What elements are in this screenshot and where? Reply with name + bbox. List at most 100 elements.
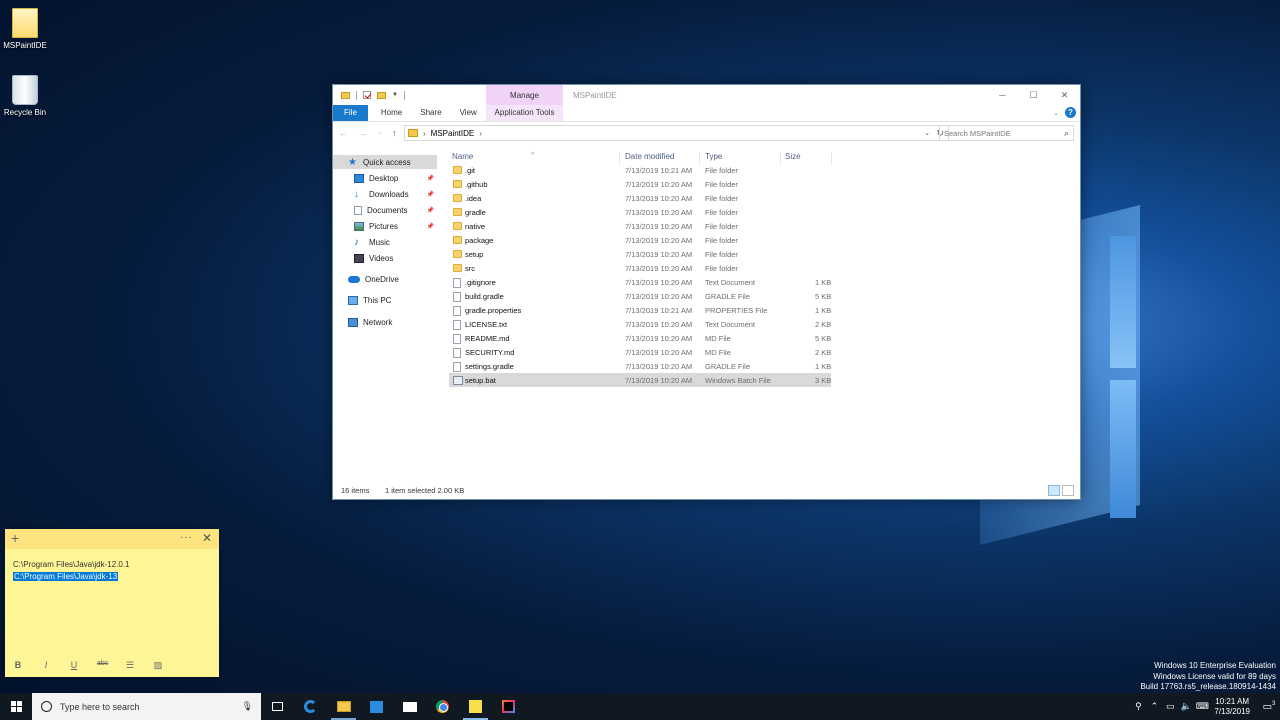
search-input[interactable]: Search MSPaintIDE ⌕ bbox=[939, 125, 1074, 141]
column-header-date[interactable]: Date modified bbox=[625, 152, 674, 161]
table-row[interactable]: .git 7/13/2019 10:21 AM File folder bbox=[449, 163, 831, 177]
breadcrumb[interactable]: MSPaintIDE bbox=[431, 129, 475, 138]
folder-icon[interactable] bbox=[341, 91, 350, 99]
underline-button[interactable]: U bbox=[69, 660, 79, 671]
taskbar-sticky-notes[interactable] bbox=[459, 693, 492, 720]
taskbar-store[interactable] bbox=[360, 693, 393, 720]
up-arrow-icon[interactable]: ↑ bbox=[392, 128, 397, 138]
action-center-icon[interactable]: ▭3 bbox=[1258, 701, 1280, 712]
sidebar-item-quick-access[interactable]: ★ Quick access bbox=[333, 155, 437, 169]
bold-button[interactable]: B bbox=[13, 660, 23, 671]
expand-ribbon-chevron-icon[interactable]: ⌄ bbox=[1053, 109, 1059, 117]
start-button[interactable] bbox=[0, 693, 32, 720]
customize-chevron-icon[interactable]: ▼ bbox=[392, 92, 398, 98]
clock[interactable]: 10:21 AM 7/13/2019 bbox=[1214, 697, 1250, 717]
maximize-button[interactable]: ☐ bbox=[1018, 85, 1049, 105]
table-row[interactable]: settings.gradle 7/13/2019 10:20 AM GRADLE … bbox=[449, 359, 831, 373]
taskbar-file-explorer[interactable] bbox=[327, 693, 360, 720]
taskbar-search-input[interactable]: Type here to search 🎙 bbox=[32, 693, 261, 720]
network-tray-icon[interactable]: ▭ bbox=[1162, 701, 1178, 712]
search-placeholder: Search MSPaintIDE bbox=[944, 128, 1011, 138]
tab-manage[interactable]: Manage bbox=[486, 85, 563, 105]
table-row[interactable]: LICENSE.txt 7/13/2019 10:20 AM Text Docume… bbox=[449, 317, 831, 331]
table-row[interactable]: .gitignore 7/13/2019 10:20 AM Text Documen… bbox=[449, 275, 831, 289]
watermark-line: Windows License valid for 89 days bbox=[1153, 671, 1276, 681]
table-row[interactable]: SECURITY.md 7/13/2019 10:20 AM MD File 2 KB bbox=[449, 345, 831, 359]
strikethrough-button[interactable]: abc bbox=[97, 660, 108, 671]
table-row[interactable]: .github 7/13/2019 10:20 AM File folder bbox=[449, 177, 831, 191]
breadcrumb-separator-icon[interactable]: › bbox=[423, 129, 426, 138]
sidebar-item-this-pc[interactable]: This PC bbox=[348, 293, 437, 307]
sidebar-item-pictures[interactable]: Pictures 📌 bbox=[354, 219, 437, 233]
italic-button[interactable]: I bbox=[41, 660, 51, 671]
table-row[interactable]: README.md 7/13/2019 10:20 AM MD File 5 KB bbox=[449, 331, 831, 345]
desktop-icon bbox=[354, 173, 364, 183]
sidebar-item-onedrive[interactable]: OneDrive bbox=[348, 272, 437, 286]
sidebar-item-music[interactable]: ♪ Music bbox=[354, 235, 437, 249]
address-dropdown-icon[interactable]: ⌄ bbox=[924, 129, 930, 137]
tab-view[interactable]: View bbox=[451, 105, 486, 121]
add-note-icon[interactable]: + bbox=[11, 530, 19, 546]
column-header-type[interactable]: Type bbox=[705, 152, 722, 161]
taskbar-edge[interactable] bbox=[294, 693, 327, 720]
table-row[interactable]: build.gradle 7/13/2019 10:20 AM GRADLE Fil… bbox=[449, 289, 831, 303]
table-row[interactable]: setup 7/13/2019 10:20 AM File folder bbox=[449, 247, 831, 261]
table-row[interactable]: gradle 7/13/2019 10:20 AM File folder bbox=[449, 205, 831, 219]
back-arrow-icon[interactable]: ← bbox=[339, 128, 348, 138]
microphone-icon[interactable]: 🎙 bbox=[242, 701, 253, 712]
recent-locations-chevron-icon[interactable]: ⌄ bbox=[377, 129, 382, 136]
help-icon[interactable]: ? bbox=[1065, 107, 1076, 118]
close-icon[interactable]: ✕ bbox=[202, 531, 212, 545]
tab-home[interactable]: Home bbox=[372, 105, 411, 121]
column-header-size[interactable]: Size bbox=[785, 152, 801, 161]
note-line-selected[interactable]: C:\Program Files\Java\jdk-13 bbox=[13, 572, 119, 581]
table-row[interactable]: package 7/13/2019 10:20 AM File folder bbox=[449, 233, 831, 247]
show-hidden-icons-chevron-icon[interactable]: ⌃ bbox=[1146, 701, 1162, 712]
chrome-icon bbox=[436, 700, 449, 713]
forward-arrow-icon[interactable]: → bbox=[358, 128, 367, 138]
column-header-name[interactable]: Name bbox=[452, 152, 473, 161]
sidebar-item-videos[interactable]: Videos bbox=[354, 251, 437, 265]
input-method-icon[interactable]: ⌨ bbox=[1194, 701, 1210, 712]
taskbar-chrome[interactable] bbox=[426, 693, 459, 720]
column-divider[interactable] bbox=[831, 152, 832, 164]
tab-application-tools[interactable]: Application Tools bbox=[486, 105, 563, 121]
file-type: GRADLE File bbox=[705, 292, 751, 301]
new-folder-icon[interactable] bbox=[377, 91, 386, 99]
address-bar[interactable]: › MSPaintIDE › ⌄ ↻ bbox=[404, 125, 949, 141]
sidebar-item-downloads[interactable]: ↓ Downloads 📌 bbox=[354, 187, 437, 201]
table-row[interactable]: native 7/13/2019 10:20 AM File folder bbox=[449, 219, 831, 233]
people-icon[interactable]: ⚲ bbox=[1130, 701, 1146, 712]
sticky-note[interactable]: + ··· ✕ C:\Program Files\Java\jdk-12.0.1… bbox=[5, 529, 219, 677]
breadcrumb-separator-icon[interactable]: › bbox=[479, 129, 482, 138]
desktop-icon-mspaintide[interactable]: MSPaintIDE bbox=[0, 8, 50, 50]
table-row[interactable]: gradle.properties 7/13/2019 10:21 AM PROPE… bbox=[449, 303, 831, 317]
folder-icon bbox=[453, 250, 462, 258]
file-icon bbox=[453, 320, 461, 330]
desktop-icon-recycle-bin[interactable]: Recycle Bin bbox=[0, 75, 50, 117]
sidebar-item-documents[interactable]: Documents 📌 bbox=[354, 203, 437, 217]
sidebar-item-desktop[interactable]: Desktop 📌 bbox=[354, 171, 437, 185]
table-row[interactable]: .idea 7/13/2019 10:20 AM File folder bbox=[449, 191, 831, 205]
taskbar-intellij[interactable] bbox=[492, 693, 525, 720]
more-options-icon[interactable]: ··· bbox=[180, 532, 193, 543]
minimize-button[interactable]: ─ bbox=[987, 85, 1018, 105]
tab-share[interactable]: Share bbox=[411, 105, 450, 121]
properties-icon[interactable] bbox=[363, 91, 371, 99]
bullet-list-icon[interactable]: ☰ bbox=[125, 660, 135, 671]
tab-file[interactable]: File bbox=[333, 105, 368, 121]
file-name: native bbox=[465, 222, 486, 231]
image-icon[interactable]: ▨ bbox=[153, 660, 163, 671]
task-view-button[interactable] bbox=[261, 693, 294, 720]
taskbar-mail[interactable] bbox=[393, 693, 426, 720]
large-icons-view-button[interactable] bbox=[1062, 485, 1074, 496]
note-line[interactable]: C:\Program Files\Java\jdk-12.0.1 bbox=[13, 560, 130, 569]
volume-icon[interactable]: 🔈 bbox=[1178, 701, 1194, 712]
details-view-button[interactable] bbox=[1048, 485, 1060, 496]
sidebar-item-network[interactable]: Network bbox=[348, 315, 437, 329]
sidebar-item-label: Documents bbox=[367, 205, 408, 215]
table-row[interactable]: src 7/13/2019 10:20 AM File folder bbox=[449, 261, 831, 275]
close-button[interactable]: ✕ bbox=[1049, 85, 1080, 105]
table-row[interactable]: setup.bat 7/13/2019 10:20 AM Windows Batch… bbox=[449, 373, 831, 387]
sidebar-item-label: Downloads bbox=[369, 189, 409, 199]
